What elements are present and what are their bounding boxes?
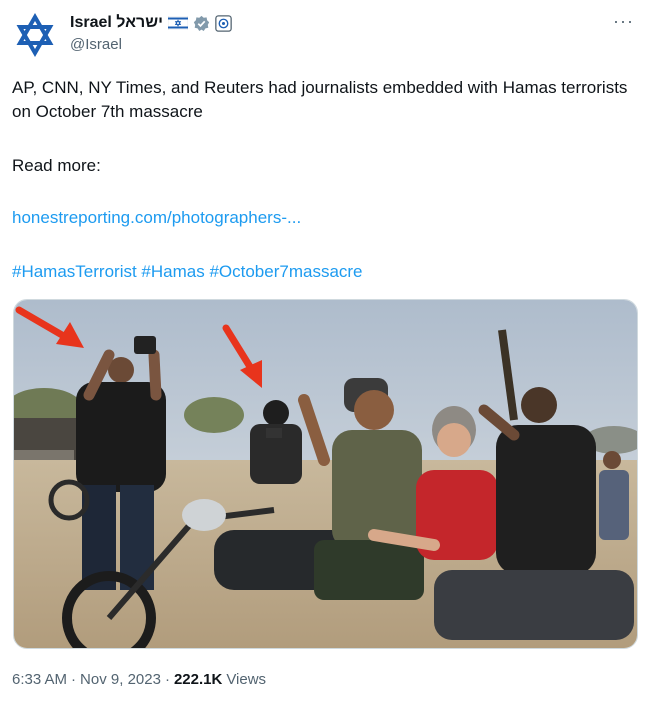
article-link[interactable]: honestreporting.com/photographers-... [12,206,301,230]
meta-separator: · [164,671,170,688]
more-icon[interactable]: ··· [613,12,634,30]
views-label: Views [226,671,267,688]
tweet-header: Israel ישראל @Israel ··· [12,12,636,60]
meta-separator: · [71,671,77,688]
affiliation-badge-icon[interactable] [215,14,232,32]
name-row: Israel ישראל [70,14,232,32]
star-of-david-icon [12,12,58,58]
tweet-date[interactable]: Nov 9, 2023 [80,671,161,688]
display-name[interactable]: Israel ישראל [70,14,163,32]
tweet-photo[interactable] [13,299,638,649]
photo-scene [14,300,637,648]
tweet-text: AP, CNN, NY Times, and Reuters had journ… [12,78,628,121]
tweet-time[interactable]: 6:33 AM [12,671,67,688]
views-count: 222.1K [173,671,223,688]
handle[interactable]: @Israel [70,36,122,53]
government-badge-icon[interactable] [193,15,210,32]
read-more-text: Read more: [12,156,101,175]
hashtags[interactable]: #HamasTerrorist #Hamas #October7massacre [12,260,363,284]
tweet-meta: 6:33 AM · Nov 9, 2023 · 222.1K Views [12,671,266,688]
israel-flag-icon [167,16,188,30]
avatar[interactable] [12,12,58,58]
